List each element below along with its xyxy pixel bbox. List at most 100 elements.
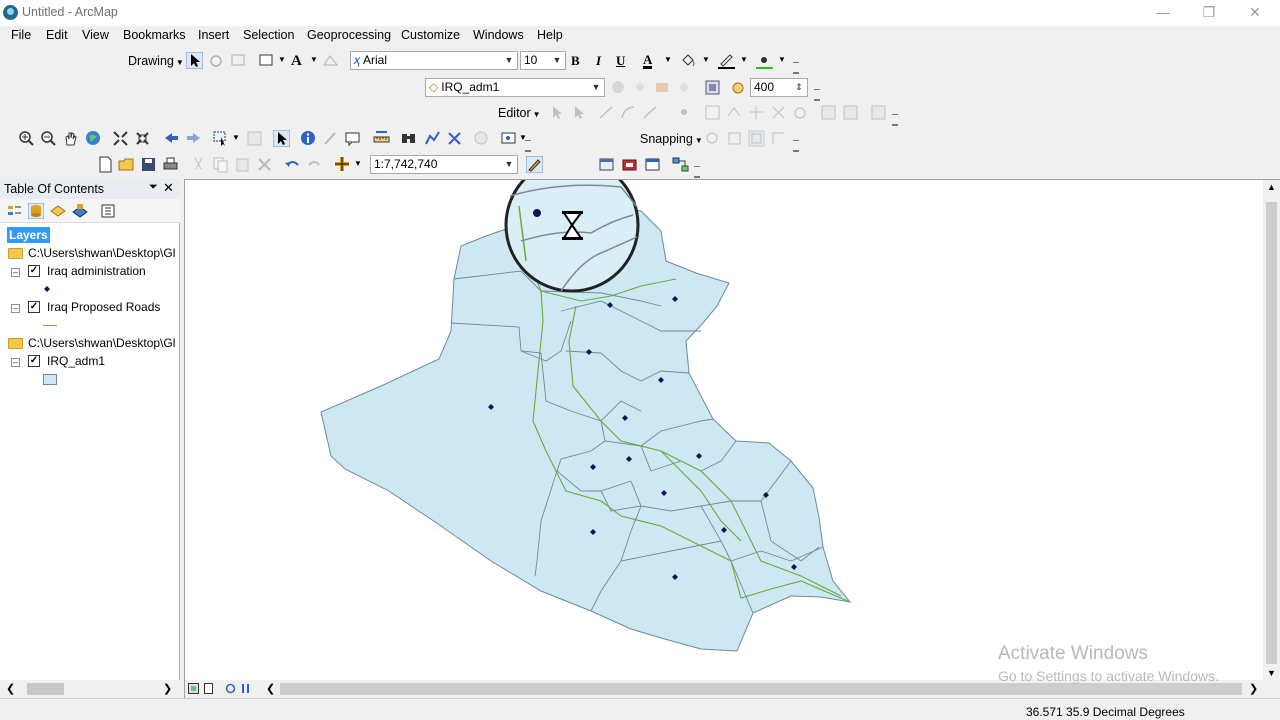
font-name-select[interactable]: ҳ Arial ▼ [350, 51, 518, 70]
rectangle-dropdown-icon[interactable]: ▼ [278, 55, 286, 64]
select-elements-icon[interactable] [186, 52, 203, 69]
select-elements-icon[interactable] [273, 130, 290, 147]
menu-windows[interactable]: Windows [473, 28, 524, 42]
collapse-icon[interactable]: – [11, 304, 20, 313]
underline-button[interactable]: U [616, 53, 625, 69]
layer-name-irq-adm1[interactable]: IRQ_adm1 [47, 354, 105, 368]
flicker-icon[interactable] [704, 79, 721, 96]
toolbar-options-icon[interactable] [694, 166, 700, 178]
print-icon[interactable] [162, 156, 179, 173]
pause-drawing-icon[interactable] [240, 683, 251, 694]
list-by-visibility-icon[interactable] [50, 203, 66, 219]
measure-icon[interactable] [373, 130, 390, 147]
paste-icon[interactable] [234, 156, 251, 173]
zoom-to-elements-icon[interactable] [230, 52, 247, 69]
layers-root[interactable]: Layers [7, 227, 50, 243]
edit-vertices-icon[interactable] [704, 104, 721, 121]
edit-vertices-icon[interactable] [322, 52, 339, 69]
open-icon[interactable] [118, 156, 135, 173]
layout-view-icon[interactable] [203, 683, 214, 694]
scroll-left-icon[interactable]: ❮ [6, 682, 15, 695]
italic-button[interactable]: I [596, 53, 601, 69]
forward-extent-icon[interactable] [185, 130, 202, 147]
menu-bookmarks[interactable]: Bookmarks [123, 28, 186, 42]
new-text-icon[interactable]: A [291, 53, 302, 70]
menu-view[interactable]: View [82, 28, 109, 42]
collapse-icon[interactable]: – [11, 358, 20, 367]
layer-visibility-checkbox[interactable]: ✓ [28, 265, 40, 277]
toc-options-icon[interactable] [100, 203, 116, 219]
toolbar-options-icon[interactable] [793, 62, 799, 74]
end-snapping-icon[interactable] [726, 130, 743, 147]
data-source-path[interactable]: C:\Users\shwan\Desktop\Gl [28, 246, 175, 260]
menu-file[interactable]: File [11, 28, 31, 42]
zoom-out-icon[interactable] [40, 130, 57, 147]
rotate-icon[interactable] [208, 52, 225, 69]
data-source-path[interactable]: C:\Users\shwan\Desktop\Gl [28, 336, 175, 350]
clear-selection-icon[interactable] [246, 130, 263, 147]
sketch-properties-icon[interactable] [842, 104, 859, 121]
time-slider-icon[interactable] [473, 130, 490, 147]
fixed-zoom-in-icon[interactable] [112, 130, 129, 147]
endpoint-arc-icon[interactable] [620, 104, 637, 121]
scroll-left-icon[interactable]: ❮ [266, 682, 275, 695]
find-route-icon[interactable] [424, 130, 441, 147]
select-dropdown-icon[interactable]: ▼ [232, 133, 240, 142]
fill-dropdown-icon[interactable]: ▼ [702, 55, 710, 64]
full-extent-icon[interactable] [85, 130, 102, 147]
menu-selection[interactable]: Selection [243, 28, 294, 42]
toolbar-options-icon[interactable] [892, 114, 898, 126]
marker-dropdown-icon[interactable]: ▼ [778, 55, 786, 64]
menu-help[interactable]: Help [537, 28, 563, 42]
straight-segment-icon[interactable] [598, 104, 615, 121]
html-popup-icon[interactable] [344, 130, 361, 147]
split-icon[interactable] [770, 104, 787, 121]
rotate-feature-icon[interactable] [792, 104, 809, 121]
copy-icon[interactable] [212, 156, 229, 173]
hyperlink-icon[interactable] [322, 130, 339, 147]
python-window-icon[interactable] [644, 156, 661, 173]
line-symbol-icon[interactable] [43, 325, 57, 326]
list-by-source-icon[interactable] [28, 203, 44, 219]
swipe-icon[interactable] [676, 79, 693, 96]
vertex-snapping-icon[interactable] [748, 130, 765, 147]
edit-tool-icon[interactable] [548, 104, 565, 121]
trace-icon[interactable] [642, 104, 659, 121]
fill-color-icon[interactable] [680, 52, 697, 69]
polygon-symbol-icon[interactable] [43, 374, 57, 385]
text-dropdown-icon[interactable]: ▼ [310, 55, 318, 64]
menu-edit[interactable]: Edit [46, 28, 68, 42]
line-color-icon[interactable] [718, 52, 735, 69]
font-color-button[interactable]: A [643, 53, 653, 69]
scroll-right-icon[interactable]: ❯ [163, 682, 172, 695]
identify-icon[interactable] [300, 130, 317, 147]
cut-icon[interactable] [190, 156, 207, 173]
edge-snapping-icon[interactable] [770, 130, 787, 147]
brightness-icon[interactable] [632, 79, 649, 96]
close-window-icon[interactable]: ✕ [1232, 0, 1278, 26]
drawing-menu[interactable]: Drawing ▼ [128, 54, 184, 68]
add-data-icon[interactable] [334, 156, 351, 173]
refresh-icon[interactable] [225, 683, 236, 694]
pin-icon[interactable]: ⏷ [149, 181, 158, 194]
pan-icon[interactable] [62, 130, 79, 147]
undo-icon[interactable] [284, 156, 301, 173]
toolbar-options-icon[interactable] [525, 140, 531, 152]
marker-color-icon[interactable] [756, 52, 773, 69]
arctoolbox-icon[interactable] [621, 156, 638, 173]
attributes-icon[interactable] [820, 104, 837, 121]
create-features-icon[interactable] [870, 104, 887, 121]
layer-name-iraq-proposed-roads[interactable]: Iraq Proposed Roads [47, 300, 160, 314]
map-display[interactable]: ▲ ▼ ❮ ❯ [184, 179, 1280, 698]
map-canvas[interactable] [185, 180, 1264, 681]
scroll-thumb[interactable] [27, 683, 64, 695]
menu-customize[interactable]: Customize [401, 28, 460, 42]
delete-icon[interactable] [256, 156, 273, 173]
layer-visibility-checkbox[interactable]: ✓ [28, 301, 40, 313]
map-vertical-scrollbar[interactable]: ▲ ▼ [1263, 180, 1280, 681]
fixed-zoom-out-icon[interactable] [134, 130, 151, 147]
collapse-icon[interactable]: – [11, 268, 20, 277]
rectangle-icon[interactable] [258, 52, 275, 69]
list-by-drawing-order-icon[interactable] [6, 203, 22, 219]
point-icon[interactable] [676, 104, 693, 121]
